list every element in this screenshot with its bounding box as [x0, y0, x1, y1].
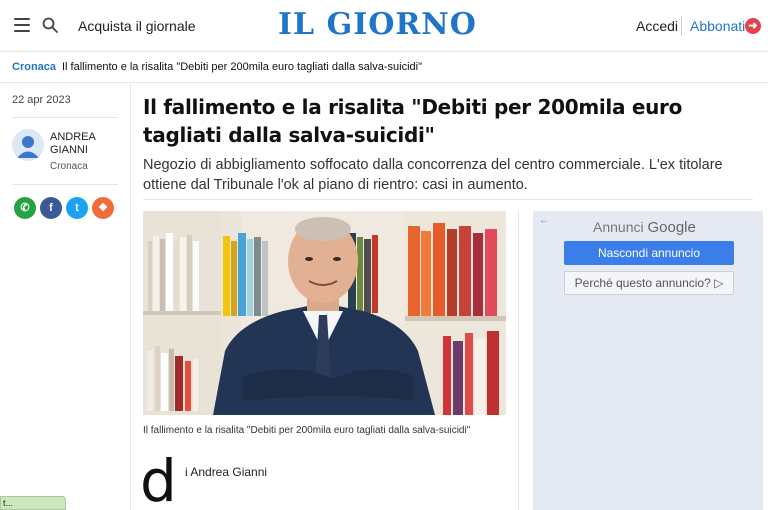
- article-byline: i Andrea Gianni: [185, 465, 268, 479]
- back-arrow-icon[interactable]: ←: [539, 215, 549, 226]
- site-header: Acquista il giornale IL GIORNO Accedi Ab…: [0, 0, 768, 52]
- article-subtitle: Negozio di abbigliamento soffocato dalla…: [143, 157, 723, 193]
- author-name[interactable]: ANDREA GIANNI: [50, 131, 120, 157]
- arrow-right-icon[interactable]: ➜: [745, 18, 761, 34]
- breadcrumb-section[interactable]: Cronaca: [12, 61, 56, 73]
- ad-annunci-text: Annunci: [593, 219, 644, 235]
- ad-label: Annunci Google: [593, 219, 696, 236]
- header-divider: [681, 16, 682, 36]
- twitter-share-icon[interactable]: t: [66, 197, 88, 219]
- drop-cap: d: [140, 447, 177, 510]
- divider: [143, 199, 753, 200]
- google-ad-panel: ← Annunci Google Nascondi annuncio Perch…: [533, 211, 763, 510]
- divider: [12, 117, 118, 118]
- why-this-ad-button[interactable]: Perché questo annuncio? ▷: [564, 271, 734, 295]
- status-chip: t...: [0, 496, 66, 510]
- author-section: Cronaca: [50, 161, 88, 172]
- photo-caption: Il fallimento e la risalita "Debiti per …: [143, 425, 471, 436]
- article-meta-sidebar: 22 apr 2023 ANDREA GIANNI Cronaca ✆ f t …: [0, 84, 131, 510]
- column-divider: [518, 211, 519, 510]
- article-title: Il fallimento e la risalita "Debiti per …: [143, 95, 683, 147]
- buy-newspaper-link[interactable]: Acquista il giornale: [78, 18, 196, 34]
- login-link[interactable]: Accedi: [636, 18, 678, 34]
- subscribe-link[interactable]: Abbonati: [690, 18, 745, 34]
- whatsapp-share-icon[interactable]: ✆: [14, 197, 36, 219]
- breadcrumb-title: Il fallimento e la risalita "Debiti per …: [62, 61, 422, 73]
- gift-share-icon[interactable]: ❖: [92, 197, 114, 219]
- article-photo[interactable]: [143, 211, 506, 415]
- hide-ad-button[interactable]: Nascondi annuncio: [564, 241, 734, 265]
- divider: [12, 184, 118, 185]
- search-icon[interactable]: [42, 17, 58, 33]
- hamburger-menu-icon[interactable]: [14, 18, 30, 32]
- breadcrumb: Cronaca Il fallimento e la risalita "Deb…: [0, 53, 768, 83]
- facebook-share-icon[interactable]: f: [40, 197, 62, 219]
- google-wordmark: Google: [647, 219, 696, 236]
- publish-date: 22 apr 2023: [12, 94, 71, 106]
- author-avatar[interactable]: [12, 129, 44, 161]
- site-logo[interactable]: IL GIORNO: [278, 7, 477, 42]
